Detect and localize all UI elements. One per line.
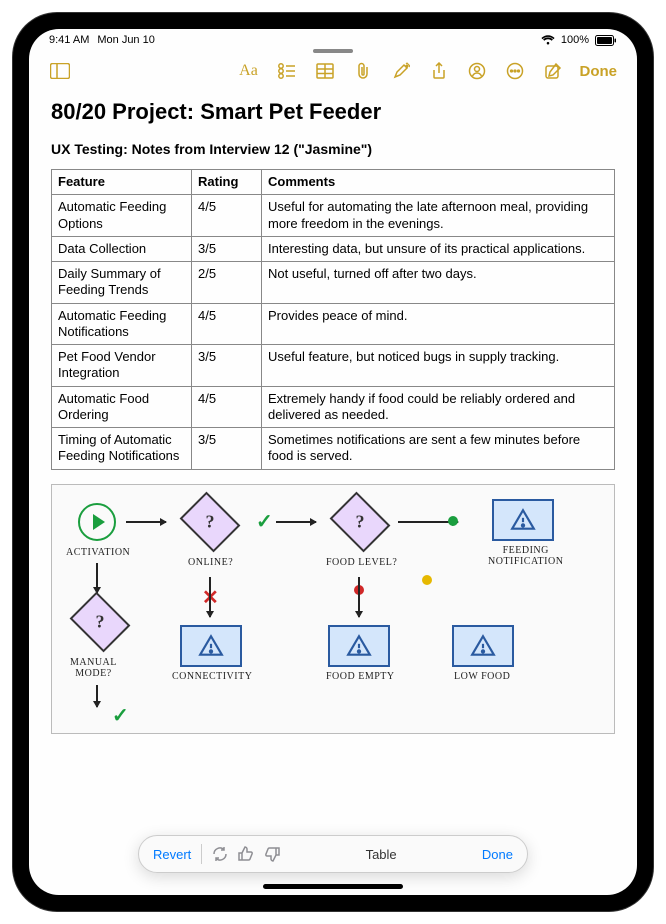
separator [201, 844, 202, 864]
more-icon[interactable] [498, 56, 532, 86]
feature-table[interactable]: Feature Rating Comments Automatic Feedin… [51, 169, 615, 470]
done-button[interactable]: Done [574, 63, 624, 80]
col-feature[interactable]: Feature [52, 170, 192, 195]
table-row[interactable]: Timing of Automatic Feeding Notification… [52, 428, 615, 470]
flowchart-sketch[interactable]: ACTIVATION ONLINE? ✓ FOOD LEVEL? FEEDING… [51, 484, 615, 734]
table-cell[interactable]: 4/5 [192, 386, 262, 428]
arrow-icon [276, 521, 316, 523]
share-icon[interactable] [422, 56, 456, 86]
green-dot-icon [448, 516, 458, 526]
table-row[interactable]: Daily Summary of Feeding Trends2/5Not us… [52, 262, 615, 304]
food-empty-label: FOOD EMPTY [326, 671, 395, 682]
suggestion-done-button[interactable]: Done [482, 847, 513, 862]
table-cell[interactable]: Data Collection [52, 236, 192, 261]
note-content[interactable]: 80/20 Project: Smart Pet Feeder UX Testi… [29, 91, 637, 895]
attachment-icon[interactable] [346, 56, 380, 86]
activation-node [78, 503, 116, 541]
text-format-icon[interactable]: Aa [232, 56, 266, 86]
table-row[interactable]: Data Collection3/5Interesting data, but … [52, 236, 615, 261]
compose-icon[interactable] [536, 56, 570, 86]
table-cell[interactable]: Not useful, turned off after two days. [262, 262, 615, 304]
table-cell[interactable]: Provides peace of mind. [262, 303, 615, 345]
collaborate-icon[interactable] [460, 56, 494, 86]
table-cell[interactable]: 3/5 [192, 428, 262, 470]
multitask-indicator[interactable] [313, 49, 353, 53]
table-cell[interactable]: Automatic Food Ordering [52, 386, 192, 428]
feeding-notification-node [492, 499, 554, 541]
table-cell[interactable]: Useful feature, but noticed bugs in supp… [262, 345, 615, 387]
table-cell[interactable]: Automatic Feeding Options [52, 195, 192, 237]
thumbs-down-icon[interactable] [264, 846, 280, 862]
table-cell[interactable]: Useful for automating the late afternoon… [262, 195, 615, 237]
wifi-icon [541, 35, 555, 45]
note-title[interactable]: 80/20 Project: Smart Pet Feeder [51, 99, 615, 125]
arrow-down-icon [96, 563, 98, 593]
table-cell[interactable]: 4/5 [192, 195, 262, 237]
manual-mode-node [70, 591, 131, 652]
table-cell[interactable]: 3/5 [192, 236, 262, 261]
table-cell[interactable]: Pet Food Vendor Integration [52, 345, 192, 387]
table-cell[interactable]: Sometimes notifications are sent a few m… [262, 428, 615, 470]
table-cell[interactable]: 2/5 [192, 262, 262, 304]
feeding-notification-label: FEEDING NOTIFICATION [488, 545, 563, 567]
activation-label: ACTIVATION [66, 547, 130, 558]
arrow-icon [126, 521, 166, 523]
markup-pen-icon[interactable] [384, 56, 418, 86]
notes-toolbar: Aa Done [29, 51, 637, 91]
status-bar: 9:41 AM Mon Jun 10 100% [29, 29, 637, 51]
status-time: 9:41 AM [49, 34, 89, 46]
table-row[interactable]: Pet Food Vendor Integration3/5Useful fea… [52, 345, 615, 387]
table-cell[interactable]: Timing of Automatic Feeding Notification… [52, 428, 192, 470]
screen: 9:41 AM Mon Jun 10 100% Aa [29, 29, 637, 895]
col-comments[interactable]: Comments [262, 170, 615, 195]
battery-icon [595, 35, 617, 46]
table-row[interactable]: Automatic Feeding Notifications4/5Provid… [52, 303, 615, 345]
checklist-icon[interactable] [270, 56, 304, 86]
note-subtitle[interactable]: UX Testing: Notes from Interview 12 ("Ja… [51, 141, 615, 157]
connectivity-label: CONNECTIVITY [172, 671, 252, 682]
battery-percent: 100% [561, 34, 589, 46]
check-icon: ✓ [256, 509, 273, 534]
col-rating[interactable]: Rating [192, 170, 262, 195]
arrow-down-icon [358, 577, 360, 617]
table-cell[interactable]: 3/5 [192, 345, 262, 387]
thumbs-up-icon[interactable] [238, 846, 254, 862]
low-food-node [452, 625, 514, 667]
table-cell[interactable]: 4/5 [192, 303, 262, 345]
ipad-device-frame: 9:41 AM Mon Jun 10 100% Aa [13, 13, 653, 911]
online-node [180, 491, 241, 552]
manual-mode-label: MANUAL MODE? [70, 657, 117, 679]
table-row[interactable]: Automatic Food Ordering4/5Extremely hand… [52, 386, 615, 428]
revert-button[interactable]: Revert [153, 847, 191, 862]
table-cell[interactable]: Interesting data, but unsure of its prac… [262, 236, 615, 261]
status-date: Mon Jun 10 [97, 34, 154, 46]
suggestion-bar: Revert Table Done [138, 835, 528, 873]
low-food-label: LOW FOOD [454, 671, 510, 682]
yellow-dot-icon [422, 575, 432, 585]
home-indicator[interactable] [263, 884, 403, 889]
arrow-down-icon [96, 685, 98, 707]
refresh-icon[interactable] [212, 846, 228, 862]
table-cell[interactable]: Automatic Feeding Notifications [52, 303, 192, 345]
food-level-label: FOOD LEVEL? [326, 557, 397, 568]
table-header-row: Feature Rating Comments [52, 170, 615, 195]
online-label: ONLINE? [188, 557, 233, 568]
table-cell[interactable]: Extremely handy if food could be reliabl… [262, 386, 615, 428]
table-icon[interactable] [308, 56, 342, 86]
arrow-down-icon [209, 577, 211, 617]
table-row[interactable]: Automatic Feeding Options4/5Useful for a… [52, 195, 615, 237]
table-cell[interactable]: Daily Summary of Feeding Trends [52, 262, 192, 304]
connectivity-node [180, 625, 242, 667]
check-icon: ✓ [112, 703, 129, 728]
suggestion-label: Table [290, 847, 472, 862]
sidebar-toggle-icon[interactable] [43, 56, 77, 86]
food-level-node [330, 491, 391, 552]
food-empty-node [328, 625, 390, 667]
